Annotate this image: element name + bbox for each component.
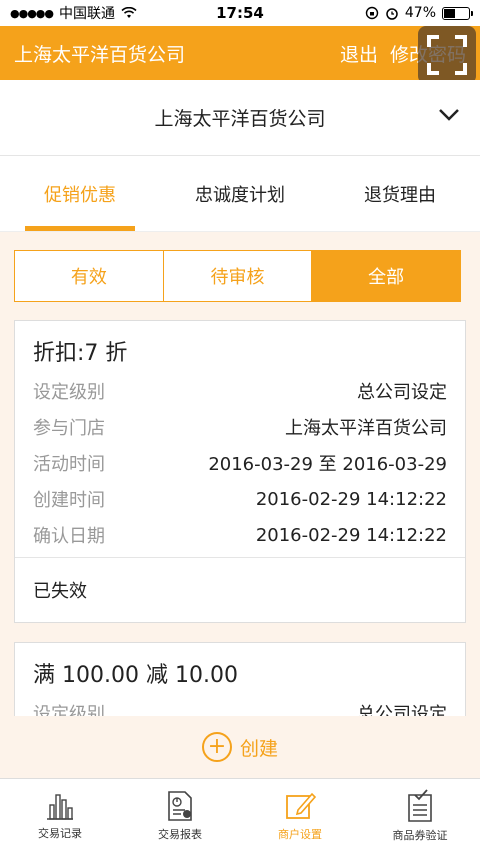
- promotion-title: 折扣:7 折: [33, 341, 128, 366]
- battery-percent: 47%: [404, 5, 436, 21]
- nav-voucher-verify[interactable]: 商品券验证: [360, 779, 480, 853]
- nav-label: 交易报表: [158, 828, 202, 841]
- filter-pending[interactable]: 待审核: [164, 251, 313, 301]
- plus-icon: +: [201, 732, 232, 762]
- row-value: 2016-02-29 14:12:22: [255, 488, 447, 510]
- nav-reports[interactable]: 交易报表: [120, 779, 240, 853]
- alarm-icon: [386, 8, 398, 20]
- tab-loyalty[interactable]: 忠诚度计划: [160, 156, 320, 231]
- promotion-card[interactable]: 折扣:7 折 设定级别 总公司设定 参与门店 上海太平洋百货公司 活动时间 20…: [14, 320, 466, 623]
- status-bar: ●●●●● 中国联通 17:54 47%: [0, 0, 480, 26]
- row-label: 确认日期: [33, 526, 105, 547]
- nav-label: 商户设置: [278, 828, 322, 841]
- store-selector[interactable]: 上海太平洋百货公司: [0, 80, 480, 156]
- wifi-icon: [121, 7, 137, 18]
- row-value: 2016-02-29 14:12:22: [255, 524, 447, 546]
- report-icon: [168, 791, 192, 821]
- header-title: 上海太平洋百货公司: [14, 43, 186, 66]
- nav-transactions[interactable]: 交易记录: [0, 779, 120, 853]
- info-row: 活动时间 2016-03-29 至 2016-03-29: [15, 445, 465, 481]
- app-header: 上海太平洋百货公司 退出 修改密码: [0, 26, 480, 80]
- info-row: 参与门店 上海太平洋百货公司: [15, 409, 465, 445]
- row-label: 参与门店: [33, 418, 105, 439]
- promotion-status: 已失效: [15, 557, 465, 621]
- nav-merchant-settings[interactable]: 商户设置: [240, 779, 360, 853]
- orientation-lock-icon: [365, 6, 379, 20]
- info-row: 创建时间 2016-02-29 14:12:22: [15, 481, 465, 517]
- status-filter: 有效 待审核 全部: [14, 250, 461, 302]
- bar-chart-icon: [47, 794, 73, 820]
- filter-valid[interactable]: 有效: [15, 251, 164, 301]
- scan-button[interactable]: [418, 26, 476, 84]
- filter-all[interactable]: 全部: [312, 251, 461, 301]
- nav-label: 商品券验证: [392, 829, 448, 842]
- row-label: 活动时间: [33, 454, 105, 475]
- chevron-down-icon: [439, 109, 459, 121]
- info-row: 确认日期 2016-02-29 14:12:22: [15, 517, 465, 553]
- create-label: 创建: [239, 737, 278, 760]
- row-value: 总公司设定: [357, 382, 447, 403]
- bottom-nav: 交易记录 交易报表 商户设置 商品券验证: [0, 778, 480, 853]
- row-label: 设定级别: [33, 382, 105, 403]
- info-row: 设定级别 总公司设定: [15, 373, 465, 409]
- logout-button[interactable]: 退出: [340, 40, 378, 67]
- nav-label: 交易记录: [38, 827, 82, 840]
- scan-icon: [427, 35, 467, 75]
- carrier-name: 中国联通: [59, 6, 115, 22]
- row-value: 2016-03-29 至 2016-03-29: [208, 454, 447, 475]
- tab-bar: 促销优惠 忠诚度计划 退货理由: [0, 156, 480, 232]
- store-selector-value: 上海太平洋百货公司: [154, 108, 326, 130]
- battery-icon: [442, 6, 473, 20]
- tab-return-reasons[interactable]: 退货理由: [320, 156, 480, 231]
- signal-icon: ●●●●●: [10, 6, 54, 20]
- row-label: 创建时间: [33, 490, 105, 511]
- row-value: 上海太平洋百货公司: [285, 418, 447, 439]
- create-button[interactable]: + 创建: [0, 716, 480, 778]
- edit-icon: [286, 792, 316, 819]
- promotion-title: 满 100.00 减 10.00: [33, 663, 238, 688]
- tab-promotions[interactable]: 促销优惠: [0, 156, 160, 231]
- checklist-icon: [408, 789, 432, 822]
